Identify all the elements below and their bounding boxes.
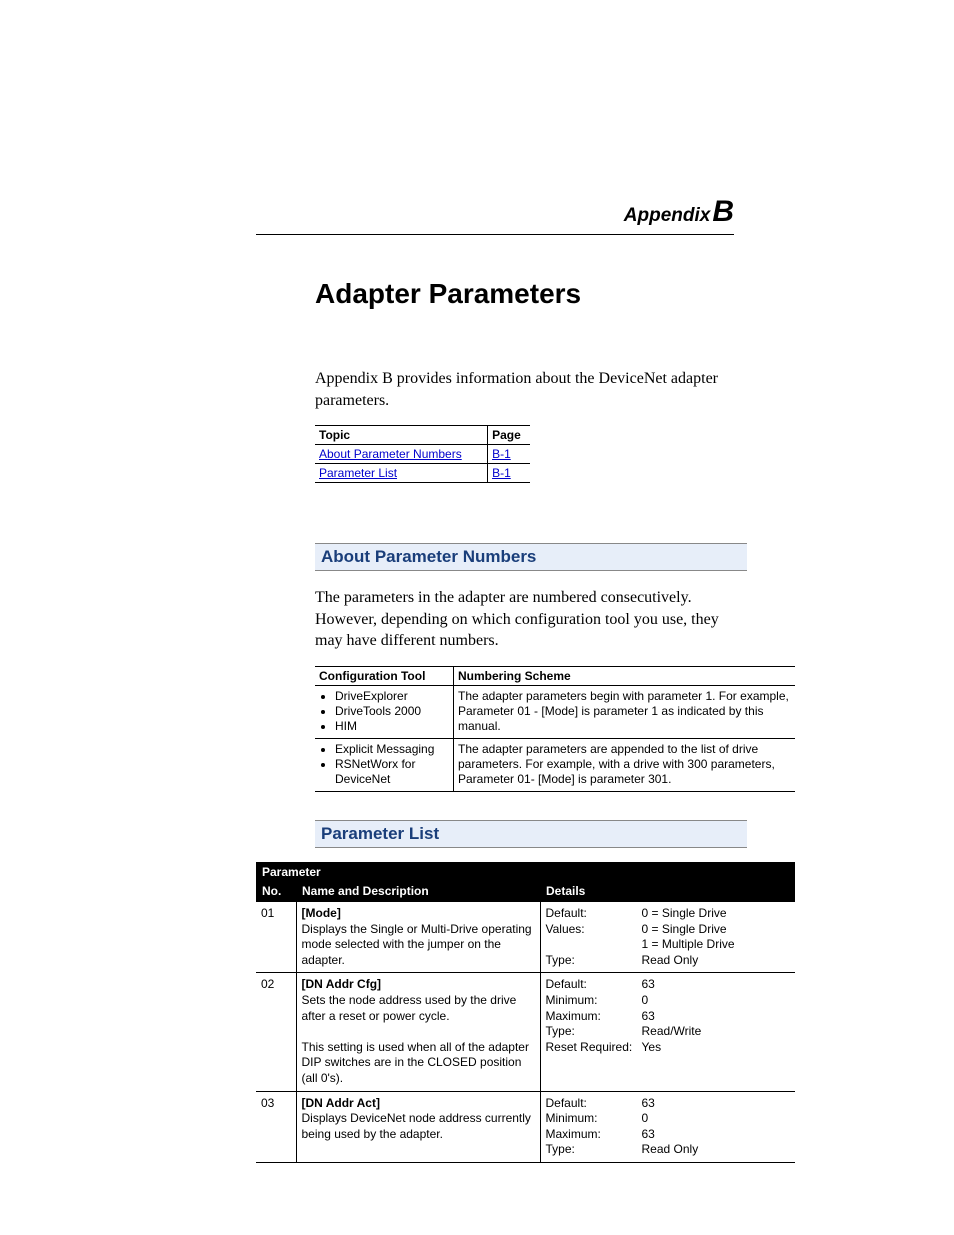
detail-label [546,937,640,953]
detail-label: Minimum: [546,1111,640,1127]
detail-label: Minimum: [546,993,640,1009]
appendix-header: AppendixB [624,195,734,229]
detail-label: Reset Required: [546,1040,640,1056]
topic-row: Parameter List B-1 [315,464,530,483]
param-desc: Displays DeviceNet node address currentl… [302,1111,531,1141]
tool-list: DriveExplorer DriveTools 2000 HIM [319,689,449,734]
tool-item: RSNetWorx for DeviceNet [335,757,449,787]
detail-value: 63 [642,1096,791,1112]
numbering-scheme-header: Numbering Scheme [454,666,796,685]
param-super-header: Parameter [256,862,795,882]
param-desc: Sets the node address used by the drive … [302,993,517,1023]
scheme-cell: The adapter parameters are appended to t… [454,738,796,791]
section-heading-about: About Parameter Numbers [315,543,747,571]
param-details-header: Details [540,882,795,902]
detail-label: Default: [546,977,640,993]
tool-item: HIM [335,719,449,734]
param-no: 01 [256,902,296,973]
detail-value: 0 = Single Drive [642,922,791,938]
topic-link[interactable]: Parameter List [319,466,397,480]
param-row: 02 [DN Addr Cfg] Sets the node address u… [256,973,795,1091]
detail-label: Default: [546,1096,640,1112]
param-details: Default:63 Minimum:0 Maximum:63 Type:Rea… [540,973,795,1091]
detail-label: Type: [546,1142,640,1158]
page-title: Adapter Parameters [315,278,734,310]
config-row: DriveExplorer DriveTools 2000 HIM The ad… [315,685,795,738]
tool-item: Explicit Messaging [335,742,449,757]
detail-value: 63 [642,1009,791,1025]
intro-paragraph: Appendix B provides information about th… [315,368,734,411]
about-body: The parameters in the adapter are number… [315,587,734,652]
page: AppendixB Adapter Parameters Appendix B … [0,0,954,1235]
tool-item: DriveExplorer [335,689,449,704]
detail-value: 63 [642,1127,791,1143]
tool-list: Explicit Messaging RSNetWorx for DeviceN… [319,742,449,787]
param-row: 03 [DN Addr Act] Displays DeviceNet node… [256,1091,795,1162]
param-name-header: Name and Description [296,882,540,902]
page-col-header: Page [488,426,530,445]
tool-item-label: RSNetWorx for DeviceNet [335,757,415,786]
detail-label: Maximum: [546,1009,640,1025]
config-tool-header: Configuration Tool [315,666,454,685]
param-no: 03 [256,1091,296,1162]
detail-value: Yes [642,1040,791,1056]
detail-value: Read Only [642,1142,791,1158]
detail-label: Values: [546,922,640,938]
param-name-desc: [DN Addr Act] Displays DeviceNet node ad… [296,1091,540,1162]
page-link[interactable]: B-1 [492,466,511,480]
param-details: Default:0 = Single Drive Values:0 = Sing… [540,902,795,973]
param-no: 02 [256,973,296,1091]
param-details: Default:63 Minimum:0 Maximum:63 Type:Rea… [540,1091,795,1162]
detail-value: Read/Write [642,1024,791,1040]
detail-label: Default: [546,906,640,922]
topic-col-header: Topic [315,426,488,445]
tool-item: DriveTools 2000 [335,704,449,719]
appendix-word: Appendix [624,205,711,226]
param-name-desc: [Mode] Displays the Single or Multi-Driv… [296,902,540,973]
topic-link[interactable]: About Parameter Numbers [319,447,462,461]
config-table: Configuration Tool Numbering Scheme Driv… [315,666,795,792]
appendix-letter: B [712,195,734,228]
parameter-table: Parameter No. Name and Description Detai… [256,862,795,1163]
config-row: Explicit Messaging RSNetWorx for DeviceN… [315,738,795,791]
detail-value: 0 = Single Drive [642,906,791,922]
detail-value: 63 [642,977,791,993]
detail-value: Read Only [642,953,791,969]
topic-row: About Parameter Numbers B-1 [315,445,530,464]
section-heading-paramlist: Parameter List [315,820,747,848]
topic-table: Topic Page About Parameter Numbers B-1 P… [315,425,530,483]
scheme-cell: The adapter parameters begin with parame… [454,685,796,738]
detail-label: Maximum: [546,1127,640,1143]
detail-label: Type: [546,953,640,969]
page-link[interactable]: B-1 [492,447,511,461]
param-name: [DN Addr Act] [302,1096,380,1110]
param-desc-extra: This setting is used when all of the ada… [302,1040,529,1085]
param-name-desc: [DN Addr Cfg] Sets the node address used… [296,973,540,1091]
detail-value: 0 [642,993,791,1009]
param-name: [Mode] [302,906,341,920]
param-no-header: No. [256,882,296,902]
param-name: [DN Addr Cfg] [302,977,382,991]
param-row: 01 [Mode] Displays the Single or Multi-D… [256,902,795,973]
detail-value: 1 = Multiple Drive [642,937,791,953]
detail-value: 0 [642,1111,791,1127]
param-desc: Displays the Single or Multi-Drive opera… [302,922,532,967]
header-rule [256,234,734,235]
detail-label: Type: [546,1024,640,1040]
